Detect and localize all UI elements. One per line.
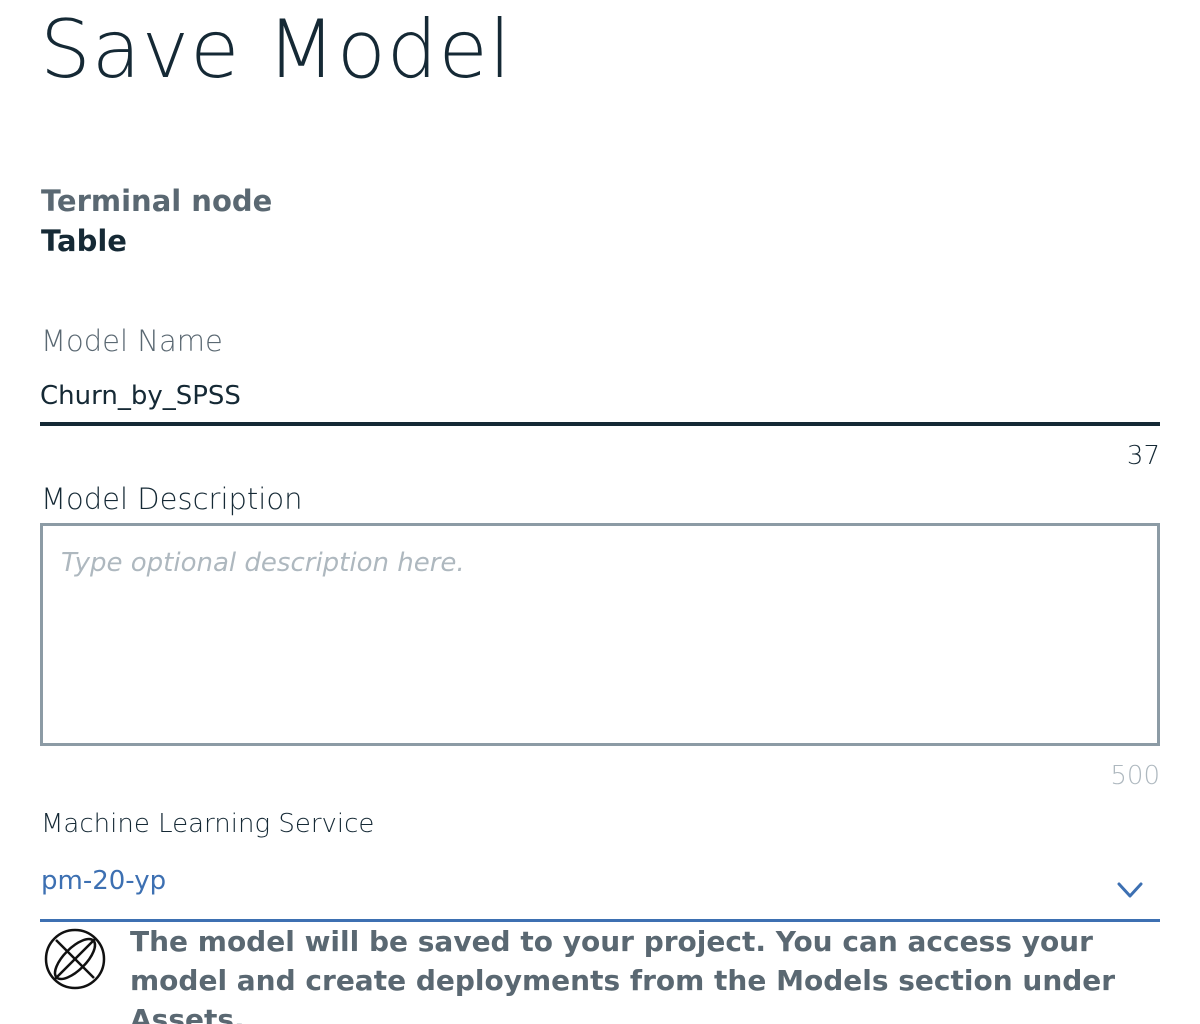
model-description-label: Model Description	[41, 482, 303, 516]
model-name-input[interactable]	[40, 370, 1160, 426]
model-name-label: Model Name	[41, 324, 223, 358]
page-title: Save Model	[40, 3, 512, 96]
info-message: The model will be saved to your project.…	[130, 925, 1116, 1024]
globe-info-icon	[44, 928, 106, 990]
ml-service-dropdown[interactable]: pm-20-yp	[40, 860, 1160, 922]
chevron-down-icon[interactable]	[1116, 876, 1144, 904]
save-model-dialog: Save Model Terminal node Table Model Nam…	[0, 0, 1200, 1024]
terminal-node-value: Table	[41, 224, 127, 258]
ml-service-selected-value: pm-20-yp	[41, 866, 167, 896]
terminal-node-label: Terminal node	[41, 184, 273, 218]
ml-service-label: Machine Learning Service	[41, 809, 375, 839]
model-description-char-count: 500	[1110, 761, 1160, 791]
model-name-char-count: 37	[1126, 441, 1160, 471]
model-description-textarea[interactable]	[40, 523, 1160, 746]
